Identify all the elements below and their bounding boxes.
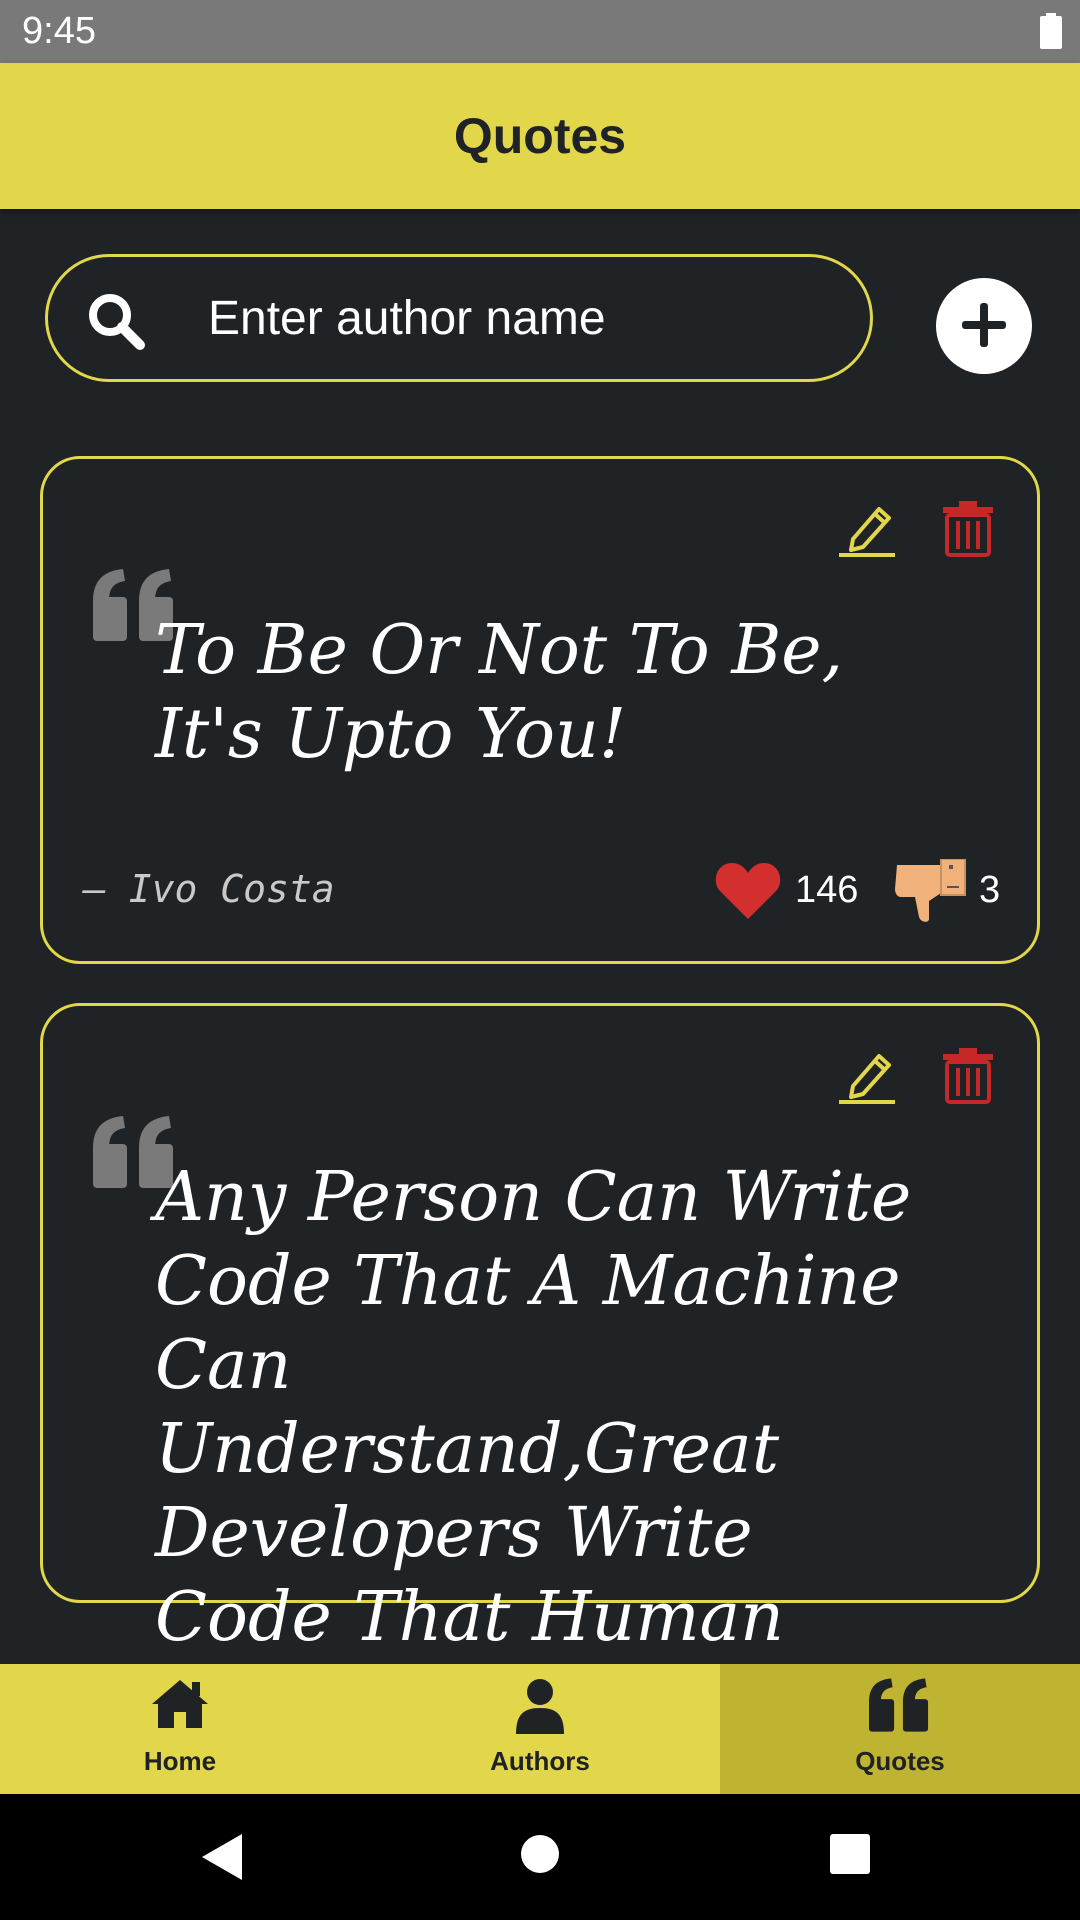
nav-label-authors: Authors [490, 1746, 590, 1776]
home-icon [150, 1678, 210, 1734]
heart-icon[interactable] [715, 861, 781, 924]
person-icon [516, 1678, 564, 1734]
quote-author: – Ivo Costa [83, 867, 335, 911]
search-box[interactable] [45, 254, 873, 382]
plus-icon [960, 301, 1008, 352]
dislike-count: 3 [979, 869, 1001, 911]
quote-card: To Be Or Not To Be, It's Upto You! – Ivo… [40, 456, 1040, 964]
system-navigation-bar [0, 1794, 1080, 1920]
quote-icon [869, 1678, 931, 1734]
thumbs-down-icon[interactable] [895, 858, 967, 928]
back-icon[interactable] [202, 1834, 244, 1885]
quote-text: Any Person Can Write Code That A Machine… [155, 1158, 912, 1741]
quote-text: To Be Or Not To Be, It's Upto You! [155, 611, 844, 774]
delete-icon[interactable] [941, 501, 995, 562]
battery-icon [1040, 13, 1062, 54]
edit-icon[interactable] [839, 501, 897, 562]
page-title: Quotes [453, 108, 627, 164]
bottom-navigation: Home Authors Quotes [0, 1664, 1080, 1794]
delete-icon[interactable] [941, 1048, 995, 1109]
app-bar: Quotes [0, 63, 1080, 209]
status-bar: 9:45 [0, 0, 1080, 63]
home-circle-icon[interactable] [520, 1834, 560, 1879]
nav-label-quotes: Quotes [855, 1746, 945, 1776]
edit-icon[interactable] [839, 1048, 897, 1109]
status-time: 9:45 [22, 10, 96, 52]
search-input[interactable] [208, 285, 828, 351]
recents-icon[interactable] [830, 1834, 870, 1879]
add-quote-button[interactable] [936, 278, 1032, 374]
nav-item-home[interactable]: Home [0, 1664, 360, 1794]
quote-card: Any Person Can Write Code That A Machine… [40, 1003, 1040, 1741]
search-icon [86, 291, 146, 356]
nav-item-authors[interactable]: Authors [360, 1664, 720, 1794]
nav-item-quotes[interactable]: Quotes [720, 1664, 1080, 1794]
like-count: 146 [795, 869, 859, 911]
nav-label-home: Home [143, 1746, 217, 1776]
